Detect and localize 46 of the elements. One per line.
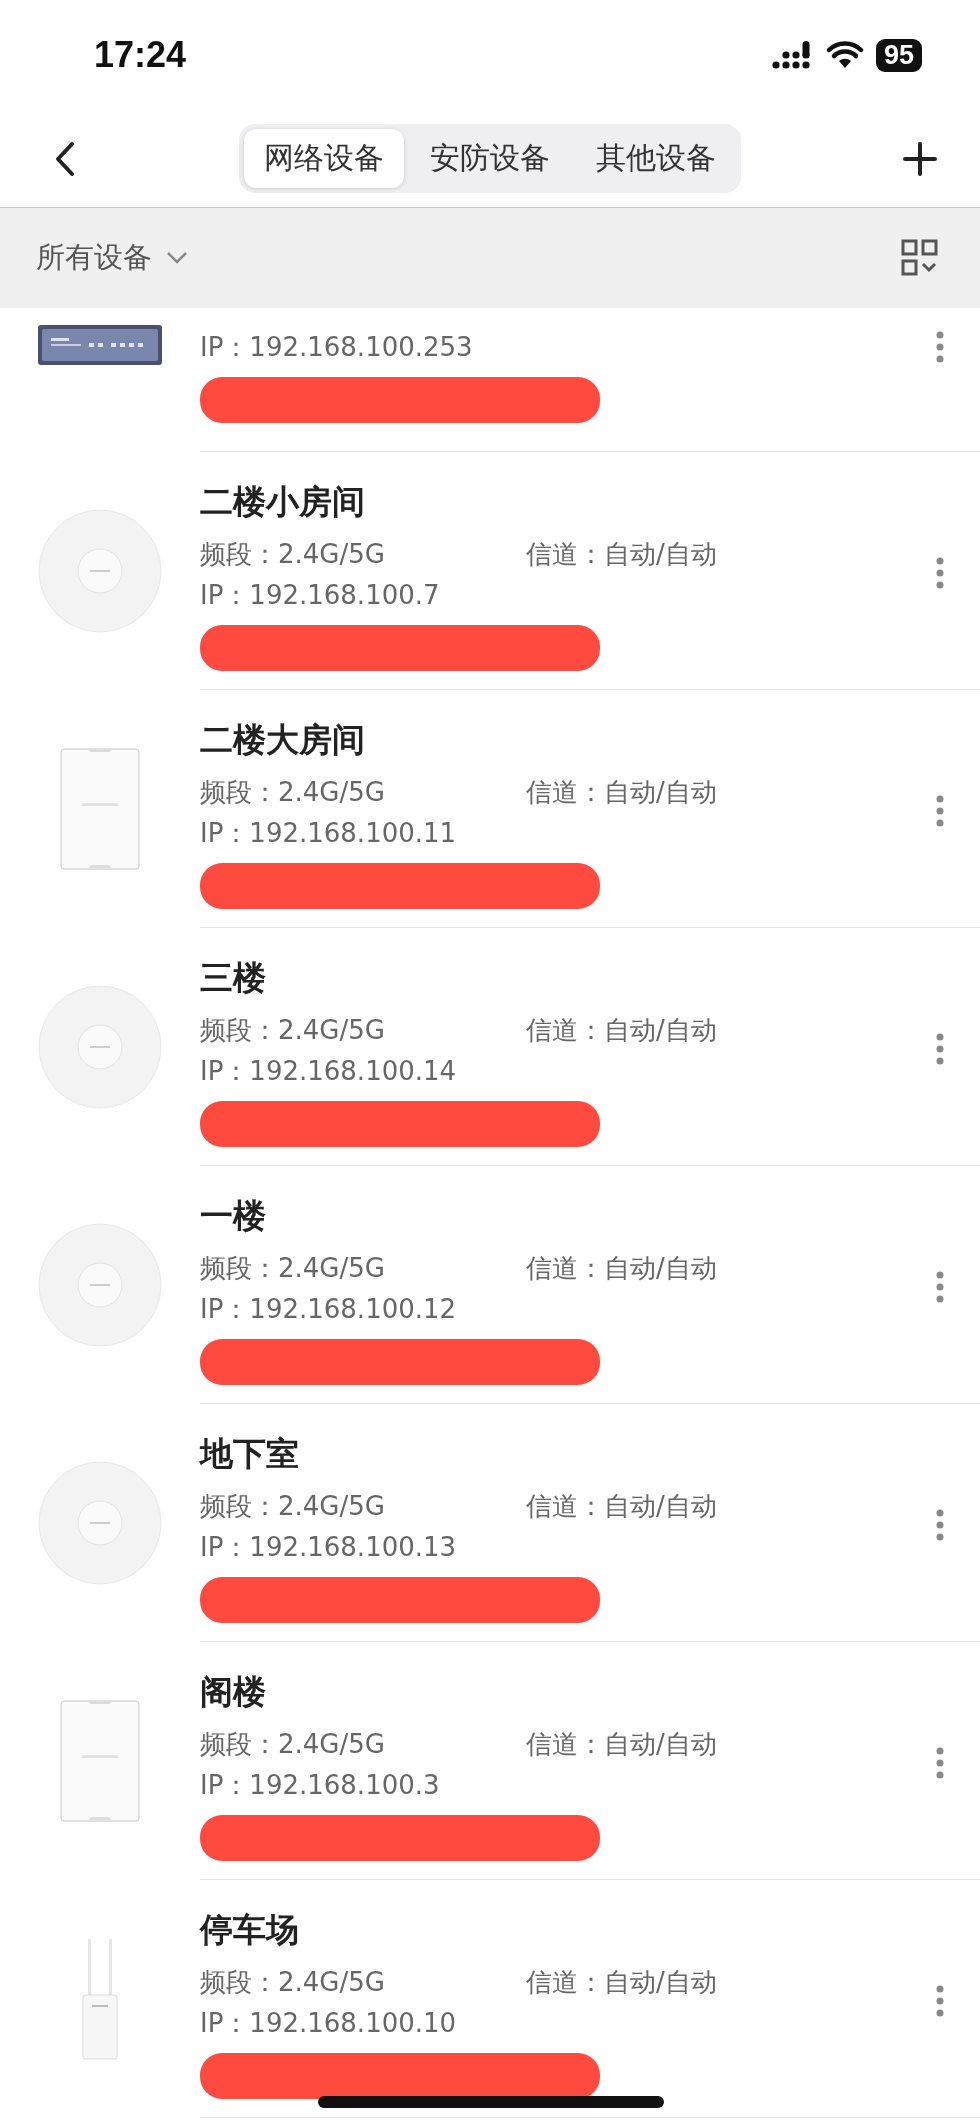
device-name: 停车场 bbox=[200, 1909, 300, 1951]
band-label: 频段：2.4G/5G bbox=[200, 1014, 386, 1047]
band-label: 频段：2.4G/5G bbox=[200, 776, 386, 809]
battery-level: 95 bbox=[875, 38, 922, 72]
device-name: 一楼 bbox=[200, 1195, 267, 1237]
channel-label: 信道：自动/自动 bbox=[526, 1966, 717, 1999]
channel-label: 信道：自动/自动 bbox=[526, 1014, 717, 1047]
ip-address: IP：192.168.100.12 bbox=[200, 1293, 457, 1326]
ceiling-access-point-icon bbox=[38, 1461, 162, 1585]
device-filter-dropdown[interactable]: 所有设备 bbox=[36, 238, 188, 278]
wall-access-point-icon bbox=[60, 1700, 140, 1822]
channel-label: 信道：自动/自动 bbox=[526, 538, 717, 571]
status-time: 17:24 bbox=[94, 34, 187, 76]
band-label: 频段：2.4G/5G bbox=[200, 1728, 386, 1761]
device-name: 阁楼 bbox=[200, 1671, 267, 1713]
device-name: 三楼 bbox=[200, 957, 267, 999]
wifi-icon bbox=[825, 41, 864, 69]
wall-access-point-icon bbox=[60, 748, 140, 870]
category-tab[interactable]: 安防设备 bbox=[410, 129, 570, 188]
channel-label: 信道：自动/自动 bbox=[526, 776, 717, 809]
chevron-down-icon bbox=[166, 251, 188, 265]
band-label: 频段：2.4G/5G bbox=[200, 1490, 386, 1523]
ceiling-access-point-icon bbox=[38, 985, 162, 1109]
outdoor-access-point-icon bbox=[82, 1937, 118, 2061]
grid-view-button[interactable] bbox=[900, 238, 940, 278]
channel-label: 信道：自动/自动 bbox=[526, 1728, 717, 1761]
ip-address: IP：192.168.100.10 bbox=[200, 2007, 457, 2040]
device-name: 地下室 bbox=[200, 1433, 300, 1475]
band-label: 频段：2.4G/5G bbox=[200, 1966, 386, 1999]
ceiling-access-point-icon bbox=[38, 1223, 162, 1347]
category-tab[interactable]: 网络设备 bbox=[244, 129, 404, 188]
network-switch-icon bbox=[37, 324, 163, 366]
ip-address: IP：192.168.100.13 bbox=[200, 1531, 457, 1564]
ip-address: IP：192.168.100.253 bbox=[200, 331, 473, 364]
band-label: 频段：2.4G/5G bbox=[200, 1252, 386, 1285]
ip-address: IP：192.168.100.11 bbox=[200, 817, 457, 850]
ip-address: IP：192.168.100.3 bbox=[200, 1769, 440, 1802]
ip-address: IP：192.168.100.7 bbox=[200, 579, 440, 612]
band-label: 频段：2.4G/5G bbox=[200, 538, 386, 571]
channel-label: 信道：自动/自动 bbox=[526, 1252, 717, 1285]
ip-address: IP：192.168.100.14 bbox=[200, 1055, 457, 1088]
category-tab[interactable]: 其他设备 bbox=[576, 129, 736, 188]
device-name: 二楼大房间 bbox=[200, 719, 366, 761]
ceiling-access-point-icon bbox=[38, 509, 162, 633]
channel-label: 信道：自动/自动 bbox=[526, 1490, 717, 1523]
device-name: 二楼小房间 bbox=[200, 481, 366, 523]
